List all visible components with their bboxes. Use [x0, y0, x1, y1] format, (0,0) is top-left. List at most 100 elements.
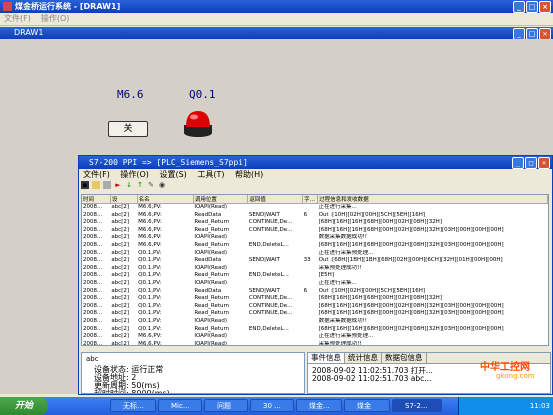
table-row[interactable]: 2008... abc[2] M6.6,PV: ReadData SEND|WAIT 6 O… — [82, 212, 548, 220]
cell-return: END,DeleteL... — [248, 241, 289, 248]
dlg-menu-file[interactable]: 文件(F) — [83, 170, 110, 179]
cell-process: 正在进行采集... — [318, 279, 357, 286]
taskbar-button[interactable]: S7-2... — [392, 399, 442, 412]
run-icon[interactable]: ► — [114, 181, 122, 189]
table-row[interactable]: 2008... abc[2] Q0.1,PV: IOAPI(Read) 数据采集数据成功… — [82, 318, 548, 326]
cell-return — [248, 333, 303, 341]
cell-bytes — [303, 250, 318, 258]
cell-bytes — [303, 333, 318, 341]
cell-process: Out :[10H][02H][00H][5CH][5EH][16H] — [318, 211, 426, 218]
dlg-menu-operate[interactable]: 操作(O) — [120, 170, 149, 179]
log-table[interactable]: 时间 设 名名 调用位置 返回值 字... 过程信息和发收数据 2008... a… — [81, 194, 549, 346]
col-device[interactable]: 设 — [110, 195, 138, 204]
col-return[interactable]: 返回值 — [247, 195, 304, 204]
cell-process: 正在进行采集预处理... — [318, 249, 374, 256]
taskbar-button[interactable]: 煤金 — [344, 399, 390, 412]
minimize-icon[interactable]: _ — [513, 1, 525, 13]
cell-process: [68H][16H][16H][68H][00H][02H][08H][32H] — [318, 295, 442, 302]
table-row[interactable]: 2008... abc[2] Q0.1,PV: IOAPI(Read) 正在进行采集预处… — [82, 250, 548, 258]
cell-bytes — [303, 303, 318, 311]
table-row[interactable]: 2008... abc[2] Q0.1,PV: Read_Return CONTINUE… — [82, 310, 548, 318]
table-row[interactable]: 2008... abc[2] M6.6,PV: IOAPI(Read) 正在进行采集..… — [82, 204, 548, 212]
tab-statistics[interactable]: 统计信息 — [345, 353, 382, 363]
cell-bytes — [303, 326, 318, 334]
table-row[interactable]: 2008... abc[2] M6.6,PV: IOAPI(Read) 正在进行采集预处… — [82, 333, 548, 341]
table-row[interactable]: 2008... abc[2] M6.6,PV: IOAPI(Read) 采集预处理成功!… — [82, 340, 548, 346]
dialog-minimize-icon[interactable]: _ — [512, 157, 524, 169]
cell-bytes — [303, 341, 318, 345]
cell-name: M6.6,PV: — [138, 219, 162, 226]
table-row[interactable]: 2008... abc[2] M6.6,PV: Read_Return CONTINUE… — [82, 219, 548, 227]
cell-bytes: 6 — [303, 287, 308, 294]
cell-process: Out :[10H][02H][00H][5CH][5EH][16H] — [318, 287, 426, 294]
menu-operate[interactable]: 操作(O) — [41, 14, 70, 23]
cell-return — [248, 250, 303, 258]
table-row[interactable]: 2008... abc[2] Q0.1,PV: ReadData SEND|WAIT 33… — [82, 257, 548, 265]
table-row[interactable]: 2008... abc[2] Q0.1,PV: Read_Return CONTINUE… — [82, 303, 548, 311]
tool-icon[interactable]: ✎ — [147, 181, 155, 189]
dlg-menu-settings[interactable]: 设置(S) — [159, 170, 186, 179]
cell-time: 2008... — [83, 340, 103, 346]
cell-device: abc[2] — [111, 295, 129, 302]
folder-icon[interactable] — [92, 181, 100, 189]
taskbar-button[interactable]: 30 ... — [250, 399, 294, 412]
dialog-close-icon[interactable]: × — [538, 157, 550, 169]
close-icon[interactable]: × — [539, 1, 551, 13]
table-row[interactable]: 2008... abc[2] M6.6,PV: Read_Return CONTINUE… — [82, 227, 548, 235]
col-process[interactable]: 过程信息和发收数据 — [317, 195, 548, 204]
table-row[interactable]: 2008... abc[2] Q0.1,PV: Read_Return END,Dele… — [82, 326, 548, 334]
dlg-menu-help[interactable]: 帮助(H) — [235, 170, 263, 179]
tab-packets[interactable]: 数据包信息 — [382, 353, 427, 363]
col-time[interactable]: 时间 — [82, 195, 111, 204]
close-button[interactable]: 关 — [108, 121, 148, 137]
dialog-maximize-icon[interactable]: □ — [525, 157, 537, 169]
table-row[interactable]: 2008... abc[2] M6.6,PV: IOAPI(Read) 数据采集数据成功… — [82, 234, 548, 242]
taskbar-button[interactable]: 煤金... — [296, 399, 342, 412]
table-row[interactable]: 2008... abc[2] Q0.1,PV: Read_Return END,Dele… — [82, 272, 548, 280]
cell-process: 正在进行采集... — [318, 204, 357, 210]
table-row[interactable]: 2008... abc[2] M6.6,PV: Read_Return END,Dele… — [82, 242, 548, 250]
col-call[interactable]: 调用位置 — [193, 195, 249, 204]
taskbar-button[interactable]: Mic... — [158, 399, 202, 412]
download-icon[interactable]: ↓ — [125, 181, 133, 189]
cell-name: M6.6,PV: — [138, 226, 162, 233]
cell-device: abc[2] — [111, 279, 129, 286]
table-row[interactable]: 2008... abc[2] Q0.1,PV: IOAPI(Read) 采集预处理成功!… — [82, 265, 548, 273]
child-window-title: DRAW1 — [14, 28, 44, 37]
cell-process: [68H][16H][16H][68H][00H][02H][08H][32H]… — [318, 241, 504, 248]
cell-call: IOAPI(Read) — [194, 204, 227, 210]
cell-name: M6.6,PV: — [138, 340, 162, 346]
col-name[interactable]: 名名 — [137, 195, 194, 204]
cell-bytes — [303, 272, 318, 280]
col-bytes[interactable]: 字... — [302, 195, 319, 204]
cell-return: END,DeleteL... — [248, 325, 289, 332]
maximize-icon[interactable]: □ — [526, 1, 538, 13]
menu-file[interactable]: 文件(F) — [4, 14, 31, 23]
cell-time: 2008... — [83, 264, 103, 271]
taskbar-button[interactable]: 问题 — [204, 399, 248, 412]
start-button[interactable]: 开始 — [0, 397, 48, 415]
cell-bytes — [303, 234, 318, 242]
table-row[interactable]: 2008... abc[2] Q0.1,PV: IOAPI(Read) 正在进行采集..… — [82, 280, 548, 288]
cell-process: [68H][16H][16H][68H][00H][02H][08H][32H]… — [318, 325, 504, 332]
taskbar-button[interactable]: 无标... — [110, 399, 156, 412]
tab-events[interactable]: 事件信息 — [308, 353, 345, 363]
cell-name: Q0.1,PV: — [138, 279, 162, 286]
cell-return: SEND|WAIT — [248, 211, 280, 218]
main-menu-bar: 文件(F) 操作(O) — [0, 13, 553, 26]
dialog-title-bar: S7-200 PPI => [PLC_Siemens_S7ppi] _ □ × — [79, 156, 552, 169]
dlg-menu-tools[interactable]: 工具(T) — [197, 170, 224, 179]
cell-device: abc[2] — [111, 257, 129, 264]
save-icon[interactable]: ▪ — [81, 181, 89, 189]
table-row[interactable]: 2008... abc[2] Q0.1,PV: ReadData SEND|WAIT 6 O… — [82, 288, 548, 296]
eye-icon[interactable]: ◉ — [158, 181, 166, 189]
clock[interactable]: 11:03 — [530, 402, 550, 410]
table-row[interactable]: 2008... abc[2] Q0.1,PV: Read_Return CONTINUE… — [82, 295, 548, 303]
cell-name: Q0.1,PV: — [138, 272, 162, 279]
cell-process: Out :[68H][1BH][1BH][68H][02H][00H][6CH]… — [318, 257, 503, 264]
copy-icon[interactable] — [103, 181, 111, 189]
cell-bytes — [303, 219, 318, 227]
indicator-lamp-icon — [184, 111, 212, 137]
upload-icon[interactable]: ↑ — [136, 181, 144, 189]
watermark-sub: gkong.com — [496, 372, 535, 380]
